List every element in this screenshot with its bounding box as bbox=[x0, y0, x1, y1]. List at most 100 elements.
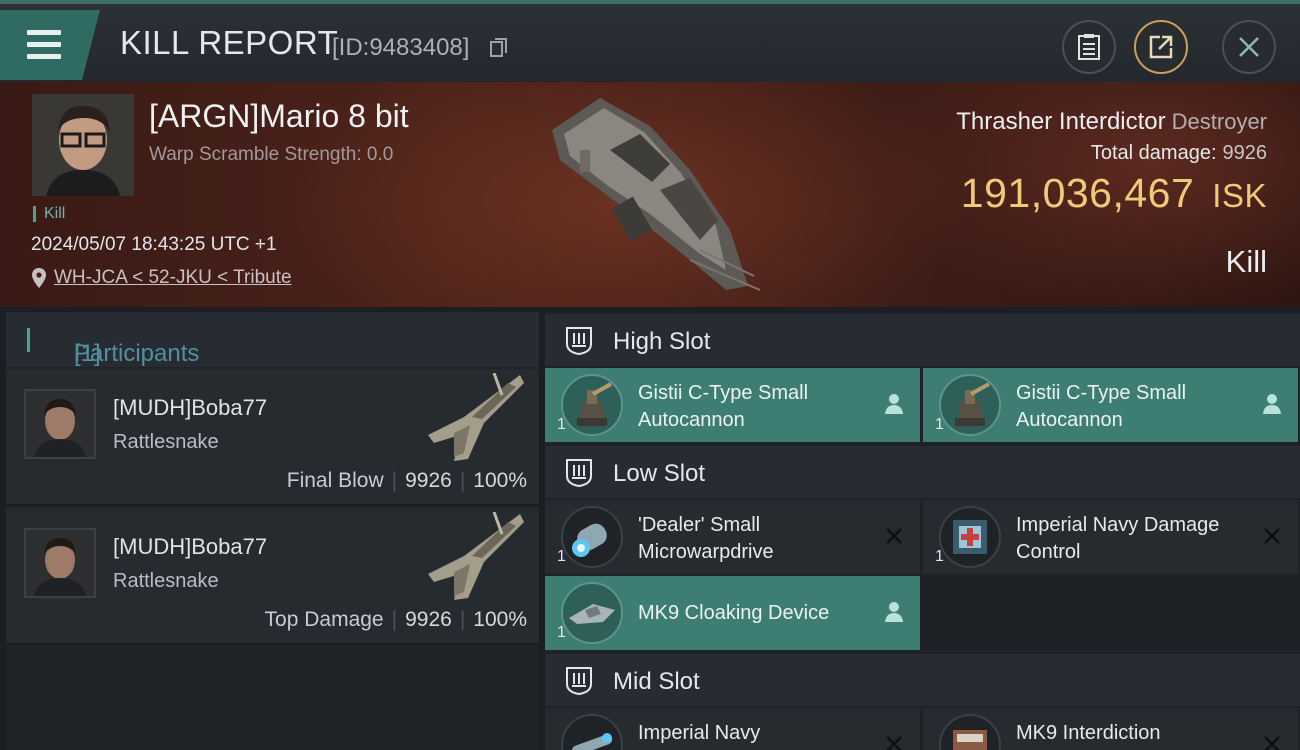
participant-portrait bbox=[26, 391, 94, 457]
kill-report-header: KILL REPORT [ID:9483408] bbox=[0, 0, 1300, 82]
victim-ship-image bbox=[552, 98, 761, 291]
hamburger-menu-icon-bar bbox=[27, 42, 61, 47]
x-icon bbox=[886, 528, 902, 544]
victim-ship[interactable]: Thrasher Interdictor Destroyer bbox=[956, 108, 1267, 136]
high-slot-label: High Slot bbox=[613, 328, 711, 355]
close-button[interactable] bbox=[1222, 20, 1276, 74]
module-quantity: 1 bbox=[935, 548, 944, 565]
warp-scramble-strength: Warp Scramble Strength: 0.0 bbox=[149, 144, 394, 165]
person-icon bbox=[885, 394, 903, 414]
participant-stats: Top Damage | 9926 | 100% bbox=[265, 608, 527, 632]
divider: | bbox=[459, 469, 466, 492]
module-quantity: 1 bbox=[557, 548, 566, 565]
participants-header: Participants [1] bbox=[6, 312, 539, 367]
module-name: Imperial Navy Damage Control bbox=[1016, 514, 1220, 563]
slot-icon bbox=[566, 459, 592, 488]
cloaking-device-icon bbox=[561, 582, 623, 644]
total-damage-label: Total damage: bbox=[1090, 142, 1217, 164]
kill-timestamp: 2024/05/07 18:43:25 UTC +1 bbox=[31, 234, 277, 255]
avatar[interactable] bbox=[24, 389, 96, 459]
kill-location[interactable]: WH-JCA < 52-JKU < Tribute bbox=[32, 267, 292, 289]
kill-tag: Kill bbox=[33, 206, 65, 222]
share-icon bbox=[1149, 35, 1173, 59]
kill-result: Kill bbox=[1225, 244, 1267, 279]
copy-icon[interactable] bbox=[490, 38, 508, 58]
autocannon-icon bbox=[939, 374, 1001, 436]
microwarpdrive-icon bbox=[561, 506, 623, 568]
participant-ship-image bbox=[428, 373, 524, 461]
module-mid-2[interactable]: 1 MK9 Interdiction bbox=[923, 708, 1298, 750]
high-slot-header: High Slot bbox=[545, 314, 1300, 366]
participant-percent: 100% bbox=[473, 469, 527, 492]
victim-banner: [ARGN]Mario 8 bit Warp Scramble Strength… bbox=[0, 82, 1300, 307]
x-icon bbox=[1264, 736, 1280, 750]
isk-amount: 191,036,467 bbox=[960, 170, 1195, 216]
menu-button[interactable] bbox=[0, 10, 100, 80]
participant-stats: Final Blow | 9926 | 100% bbox=[287, 469, 527, 493]
module-icon bbox=[939, 714, 1001, 750]
divider: | bbox=[459, 608, 466, 631]
isk-value: 191,036,467 ISK bbox=[961, 170, 1267, 217]
participant-name[interactable]: [MUDH]Boba77 bbox=[113, 395, 267, 421]
participant-role: Final Blow bbox=[286, 469, 384, 492]
mid-slot-header: Mid Slot bbox=[545, 654, 1300, 706]
slot-icon bbox=[566, 327, 592, 356]
page-title: KILL REPORT bbox=[120, 24, 339, 61]
module-high-1[interactable]: 1 Gistii C-Type Small Autocannon bbox=[545, 368, 920, 442]
damage-control-icon bbox=[939, 506, 1001, 568]
clipboard-button[interactable] bbox=[1062, 20, 1116, 74]
person-icon bbox=[885, 602, 903, 622]
ship-class: Destroyer bbox=[1171, 109, 1267, 134]
x-icon bbox=[1264, 528, 1280, 544]
participant-damage: 9926 bbox=[405, 469, 452, 492]
low-slot-header: Low Slot bbox=[545, 446, 1300, 498]
low-slot-label: Low Slot bbox=[613, 460, 706, 487]
victim-portrait[interactable] bbox=[32, 94, 134, 196]
ship-name: Thrasher Interdictor bbox=[956, 108, 1166, 135]
location-link[interactable]: WH-JCA < 52-JKU < Tribute bbox=[54, 267, 292, 288]
avatar[interactable] bbox=[24, 528, 96, 598]
module-quantity: 1 bbox=[557, 416, 566, 433]
accent-bar bbox=[27, 328, 30, 352]
module-low-1[interactable]: 1 'Dealer' Small Microwarpdrive bbox=[545, 500, 920, 574]
participants-panel: Participants [1] [MUDH]Boba77 Rattlesnak… bbox=[6, 312, 539, 750]
module-name: Gistii C-Type Small Autocannon bbox=[1016, 382, 1187, 431]
slot-icon bbox=[566, 667, 592, 696]
clipboard-icon bbox=[1078, 34, 1100, 60]
participant-ship: Rattlesnake bbox=[113, 431, 219, 453]
participant-row[interactable]: [MUDH]Boba77 Rattlesnake Final Blow | 9926… bbox=[6, 369, 539, 506]
hamburger-menu-icon-bar bbox=[27, 54, 61, 59]
close-icon bbox=[1239, 37, 1259, 57]
fitting-panel[interactable]: High Slot 1 Gistii C-Type Small Autocann… bbox=[545, 312, 1300, 750]
module-mid-1[interactable]: 1 Imperial Navy bbox=[545, 708, 920, 750]
mid-slot-label: Mid Slot bbox=[613, 668, 700, 695]
module-low-2[interactable]: 1 Imperial Navy Damage Control bbox=[923, 500, 1298, 574]
module-name: 'Dealer' Small Microwarpdrive bbox=[638, 514, 774, 563]
module-name: Imperial Navy bbox=[638, 722, 761, 744]
total-damage-value: 9926 bbox=[1222, 142, 1268, 164]
participant-row[interactable]: [MUDH]Boba77 Rattlesnake Top Damage | 9926… bbox=[6, 508, 539, 645]
victim-name[interactable]: [ARGN]Mario 8 bit bbox=[149, 98, 409, 135]
module-high-2[interactable]: 1 Gistii C-Type Small Autocannon bbox=[923, 368, 1298, 442]
module-name: MK9 Cloaking Device bbox=[638, 602, 830, 624]
divider: | bbox=[391, 469, 398, 492]
total-damage: Total damage: 9926 bbox=[1091, 142, 1267, 165]
person-icon bbox=[1263, 394, 1281, 414]
map-pin-icon bbox=[32, 268, 46, 288]
participant-name[interactable]: [MUDH]Boba77 bbox=[113, 534, 267, 560]
participant-percent: 100% bbox=[473, 608, 527, 631]
participant-damage: 9926 bbox=[405, 608, 452, 631]
avatar bbox=[32, 94, 134, 196]
share-button[interactable] bbox=[1134, 20, 1188, 74]
hamburger-menu-icon bbox=[27, 30, 61, 35]
module-quantity: 1 bbox=[557, 624, 566, 641]
module-name: MK9 Interdiction bbox=[1016, 722, 1161, 744]
autocannon-icon bbox=[561, 374, 623, 436]
participant-ship: Rattlesnake bbox=[113, 570, 219, 592]
report-id: [ID:9483408] bbox=[332, 34, 470, 61]
x-icon bbox=[886, 736, 902, 750]
participant-portrait bbox=[26, 530, 94, 596]
module-name: Gistii C-Type Small Autocannon bbox=[638, 382, 809, 431]
module-low-3[interactable]: 1 MK9 Cloaking Device bbox=[545, 576, 920, 650]
participant-ship-image bbox=[428, 512, 524, 600]
